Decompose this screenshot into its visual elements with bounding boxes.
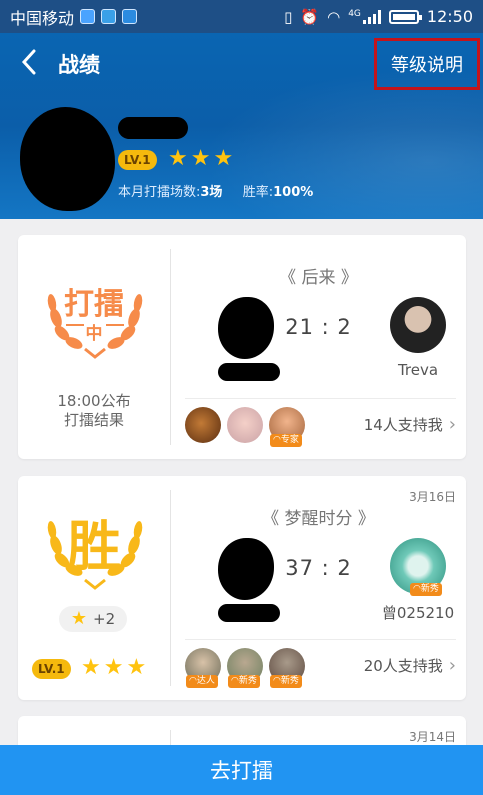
level-info-button[interactable]: 等级说明 (374, 38, 480, 90)
battles-count-label: 本月打擂场数: (118, 185, 201, 200)
supporters-row[interactable]: ◠专家 14人支持我 › (185, 398, 456, 450)
back-button[interactable] (14, 47, 44, 77)
carrier-label: 中国移动 (10, 8, 75, 28)
star-icon: ★ (81, 655, 101, 680)
battle-result-label: 胜 (67, 515, 121, 578)
clock: 12:50 (426, 7, 473, 26)
battle-status-label: 打擂 (64, 287, 124, 322)
publish-time: 18:00公布 (57, 392, 131, 410)
star-icon: ★ (190, 146, 211, 171)
supporter-avatar (227, 406, 263, 443)
battery-icon (388, 9, 422, 24)
battle-card[interactable]: 打擂 中 18:00公布 打擂结果 《 后来 》 21 : 2 Treva ◠专… (18, 235, 466, 459)
headphone-icon: ◠ (189, 675, 197, 686)
star-bonus-chip: ★ +2 (59, 606, 127, 632)
support-count-label: 14人支持我 (363, 416, 443, 434)
opponent-name: Treva (397, 361, 439, 379)
supporter-tag: ◠专家 (270, 433, 302, 447)
profile-header: 战绩 等级说明 LV.1 ★ ★ ★ 本月打擂场数:3场 胜率:100% (0, 33, 483, 219)
gallery-notification-icon (122, 9, 138, 24)
opponent-tag: ◠新秀 (410, 583, 442, 596)
battle-detail-column: 《 后来 》 21 : 2 Treva ◠专家 14人支持我 › (171, 235, 466, 459)
notification-app-icon (80, 9, 96, 24)
supporter-tag: ◠达人 (186, 674, 218, 688)
headphone-icon: ◠ (231, 675, 239, 686)
supporter-tag: ◠新秀 (270, 674, 302, 688)
supporter-avatar: ◠达人 (185, 647, 221, 688)
user-name-redacted (118, 117, 188, 139)
network-type-label: 4G (348, 8, 361, 19)
status-bar: 中国移动 ▯ ⏰ ◠ 4G 12:50 (0, 0, 483, 33)
wifi-icon: ◠ (327, 7, 341, 26)
star-icon: ★ (213, 146, 234, 171)
user-level-badge: LV.1 (118, 150, 157, 170)
battle-detail-column: 《 梦醒时分 》 37 : 2 ◠新秀 曾025210 ◠达人 ◠新秀 ◠新秀 … (171, 476, 466, 700)
supporter-avatar: ◠新秀 (269, 647, 305, 688)
headphone-icon: ◠ (273, 675, 281, 686)
my-name-redacted (218, 604, 280, 622)
supporter-avatar: ◠新秀 (227, 647, 263, 688)
publish-result-label: 打擂结果 (63, 411, 124, 429)
battle-card[interactable]: 3月16日 胜 ★ +2 LV.1 ★ ★ ★ 《 梦醒时分 》 37: 2 … (18, 476, 466, 700)
star-icon: ★ (103, 655, 124, 680)
supporters-row[interactable]: ◠达人 ◠新秀 ◠新秀 20人支持我 › (185, 639, 456, 691)
supporter-avatar: ◠专家 (269, 406, 305, 447)
user-avatar-redacted (20, 107, 115, 211)
opponent-name: 曾025210 (381, 604, 455, 622)
level-badge: LV.1 (32, 659, 71, 679)
chevron-left-icon (21, 49, 36, 75)
win-rate-label: 胜率: (242, 185, 274, 200)
battles-count-value: 3场 (200, 185, 223, 200)
my-name-redacted (218, 363, 280, 381)
chevron-right-icon: › (448, 414, 456, 435)
opponent-avatar[interactable]: ◠新秀 (390, 538, 446, 596)
vibrate-icon: ▯ (284, 7, 293, 26)
win-rate-value: 100% (273, 185, 314, 200)
cellular-signal-icon: 4G (348, 8, 381, 24)
star-icon: ★ (70, 608, 87, 629)
user-star-rating: ★ ★ ★ (168, 148, 233, 170)
song-title: 《 梦醒时分 》 (262, 509, 375, 529)
star-icon: ★ (126, 655, 147, 680)
supporter-tag: ◠新秀 (228, 674, 260, 688)
supporter-avatar (185, 406, 221, 443)
headphone-icon: ◠ (413, 584, 421, 594)
star-bonus-value: +2 (93, 610, 116, 628)
support-count-link[interactable]: 20人支持我 › (364, 655, 456, 676)
headphone-icon: ◠ (273, 434, 281, 445)
support-count-label: 20人支持我 (363, 657, 443, 675)
song-title: 《 后来 》 (279, 268, 358, 288)
chevron-right-icon: › (448, 655, 456, 676)
star-icon: ★ (168, 146, 188, 171)
go-battle-button[interactable]: 去打擂 (0, 745, 483, 795)
page-title: 战绩 (58, 53, 100, 77)
battle-status-sub: 中 (85, 324, 103, 344)
monthly-stats: 本月打擂场数:3场 胜率:100% (118, 181, 313, 200)
battle-status-column: 打擂 中 18:00公布 打擂结果 (18, 235, 170, 459)
opponent-avatar[interactable] (390, 297, 446, 353)
alarm-icon: ⏰ (300, 7, 320, 26)
notification-app-icon (101, 9, 117, 24)
battle-date: 3月14日 (409, 730, 456, 744)
battle-status-column: 胜 ★ +2 LV.1 ★ ★ ★ (18, 476, 170, 700)
support-count-link[interactable]: 14人支持我 › (364, 414, 456, 435)
star-rating: ★ ★ ★ (81, 657, 146, 679)
